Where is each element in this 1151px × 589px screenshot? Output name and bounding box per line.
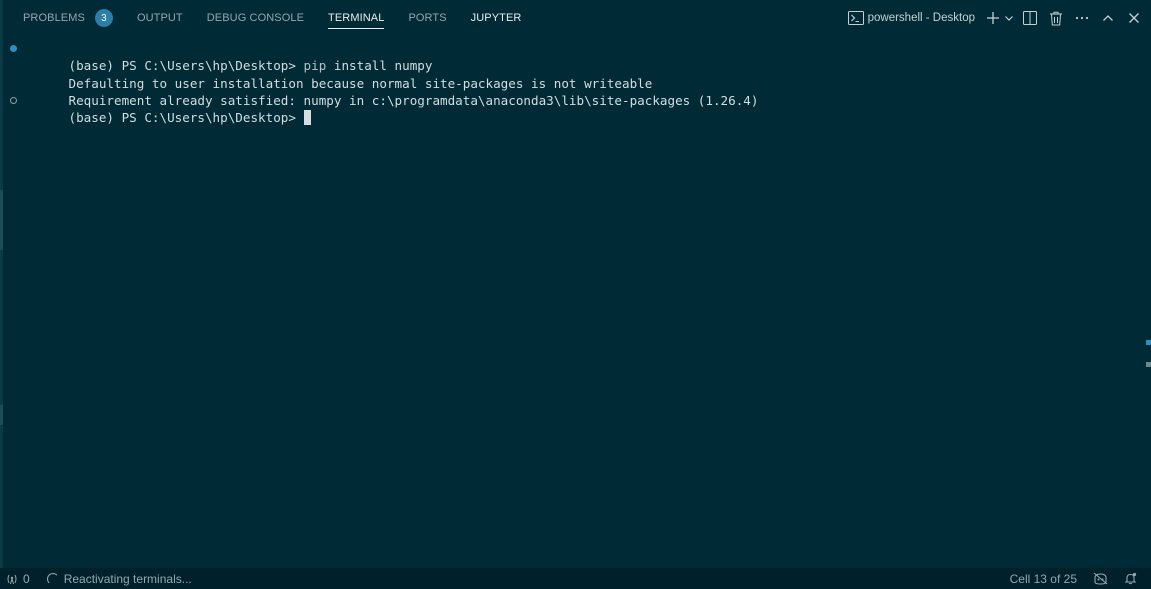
copilot-icon	[1093, 572, 1108, 585]
plus-icon	[986, 11, 1000, 25]
more-actions-button[interactable]	[1069, 7, 1095, 29]
tab-jupyter[interactable]: JUPYTER	[471, 0, 522, 36]
terminal-scrollbar[interactable]	[1137, 36, 1151, 568]
cell-position-status[interactable]: Cell 13 of 25	[1010, 568, 1077, 589]
terminal-icon	[847, 11, 864, 25]
panel-tabs: PROBLEMS 3 OUTPUT DEBUG CONSOLE TERMINAL…	[23, 0, 545, 36]
new-terminal-button[interactable]	[985, 7, 1001, 29]
edge-mark	[0, 190, 3, 250]
tab-output[interactable]: OUTPUT	[137, 0, 183, 36]
bell-icon	[1124, 572, 1137, 585]
forwarded-ports-status[interactable]: 0	[6, 568, 30, 589]
terminal-line: (base) PS C:\Users\hp\Desktop>	[0, 92, 1135, 126]
tab-label: PORTS	[408, 12, 447, 24]
activity-text: Reactivating terminals...	[63, 571, 192, 586]
terminal-panel: PROBLEMS 3 OUTPUT DEBUG CONSOLE TERMINAL…	[0, 0, 1151, 568]
tab-label: JUPYTER	[470, 12, 522, 24]
terminal-line: (base) PS C:\Users\hp\Desktop> pip insta…	[0, 40, 1135, 73]
copilot-status[interactable]	[1093, 568, 1108, 589]
split-terminal-button[interactable]	[1017, 7, 1043, 29]
status-bar-right: Cell 13 of 25	[1010, 568, 1137, 589]
loading-spinner-icon	[46, 572, 59, 585]
terminal-actions: powershell - Desktop	[847, 0, 1151, 36]
terminal-line: Defaulting to user installation because …	[0, 57, 1135, 91]
radio-tower-icon	[6, 573, 18, 585]
ellipsis-icon	[1075, 16, 1089, 20]
prompt-text: (base) PS C:\Users\hp\Desktop>	[68, 110, 304, 126]
notifications-button[interactable]	[1124, 568, 1137, 589]
maximize-panel-button[interactable]	[1095, 7, 1121, 29]
ports-count: 0	[23, 571, 30, 586]
terminal-instance-select[interactable]: powershell - Desktop	[847, 11, 975, 25]
tab-terminal[interactable]: TERMINAL	[328, 0, 385, 36]
tab-debug-console[interactable]: DEBUG CONSOLE	[207, 0, 304, 36]
close-panel-button[interactable]	[1121, 7, 1147, 29]
trash-icon	[1049, 11, 1063, 26]
tab-label: TERMINAL	[328, 12, 385, 24]
overview-mark	[1146, 340, 1151, 345]
status-bar-left: 0 Reactivating terminals...	[6, 568, 192, 589]
terminal-output[interactable]: (base) PS C:\Users\hp\Desktop> pip insta…	[0, 40, 1135, 126]
chevron-up-icon	[1102, 13, 1114, 23]
terminal-activity-status[interactable]: Reactivating terminals...	[46, 568, 192, 589]
split-icon	[1023, 11, 1037, 25]
launch-profile-button[interactable]	[1001, 7, 1017, 29]
tab-label: DEBUG CONSOLE	[206, 12, 305, 24]
terminal-line: Requirement already satisfied: numpy in …	[0, 75, 1135, 108]
panel-tab-bar: PROBLEMS 3 OUTPUT DEBUG CONSOLE TERMINAL…	[0, 0, 1151, 36]
tab-problems[interactable]: PROBLEMS 3	[23, 0, 113, 36]
edge-mark	[0, 405, 3, 425]
kill-terminal-button[interactable]	[1043, 7, 1069, 29]
tab-label: OUTPUT	[136, 12, 183, 24]
command-pending-decoration[interactable]	[10, 96, 17, 104]
status-bar: 0 Reactivating terminals... Cell 13 of 2…	[0, 568, 1151, 589]
tab-label: PROBLEMS	[23, 12, 85, 24]
problems-count-badge: 3	[94, 9, 113, 27]
tab-ports[interactable]: PORTS	[408, 0, 446, 36]
shell-label: powershell - Desktop	[867, 12, 975, 24]
cell-position-text: Cell 13 of 25	[1009, 571, 1077, 586]
close-icon	[1128, 12, 1140, 24]
overview-mark	[1146, 362, 1151, 367]
command-success-decoration[interactable]	[10, 45, 17, 52]
chevron-down-icon	[1004, 13, 1014, 23]
text-cursor	[303, 110, 311, 126]
